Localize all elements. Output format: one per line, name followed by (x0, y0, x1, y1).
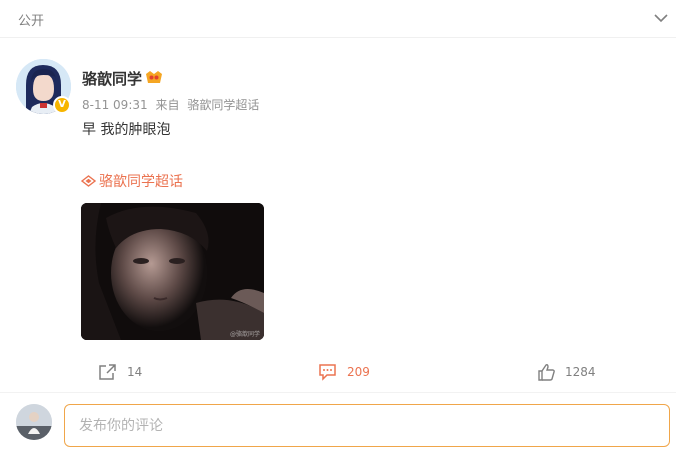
comment-divider (0, 392, 676, 393)
chevron-down-icon[interactable] (652, 10, 670, 26)
super-topic-label: 骆歆同学超话 (99, 174, 183, 190)
thumbs-up-icon (538, 364, 555, 381)
visibility-label: 公开 (18, 14, 45, 29)
photo-watermark: @骆歆同学 (229, 331, 260, 338)
current-user-avatar[interactable] (16, 404, 52, 440)
vip-badge-icon[interactable] (145, 69, 163, 85)
super-topic-link[interactable]: 骆歆同学超话 (81, 171, 183, 191)
comment-icon (319, 364, 336, 381)
like-count: 1284 (565, 365, 596, 379)
share-count: 14 (127, 365, 143, 379)
verified-badge-icon: V (53, 96, 71, 114)
author-name[interactable]: 骆歆同学 (82, 68, 142, 89)
post-timestamp[interactable]: 8-11 09:31 (82, 98, 148, 112)
post-text: 早 我的肿眼泡 (82, 122, 171, 138)
super-topic-icon (81, 175, 96, 187)
post-meta: 8-11 09:31 来自 骆歆同学超话 (82, 96, 263, 113)
comment-count: 209 (347, 365, 370, 379)
post-photo[interactable]: @骆歆同学 (81, 203, 264, 340)
source-prefix: 来自 (155, 98, 180, 112)
like-button[interactable]: 1284 (538, 358, 596, 386)
post-header-bar: 公开 (0, 0, 676, 38)
share-icon (99, 364, 116, 380)
post-source[interactable]: 骆歆同学超话 (187, 98, 259, 112)
post-action-bar: 14 209 1284 (0, 358, 676, 386)
comment-input[interactable] (64, 404, 670, 447)
comment-button[interactable]: 209 (318, 358, 370, 386)
share-button[interactable]: 14 (98, 358, 142, 386)
